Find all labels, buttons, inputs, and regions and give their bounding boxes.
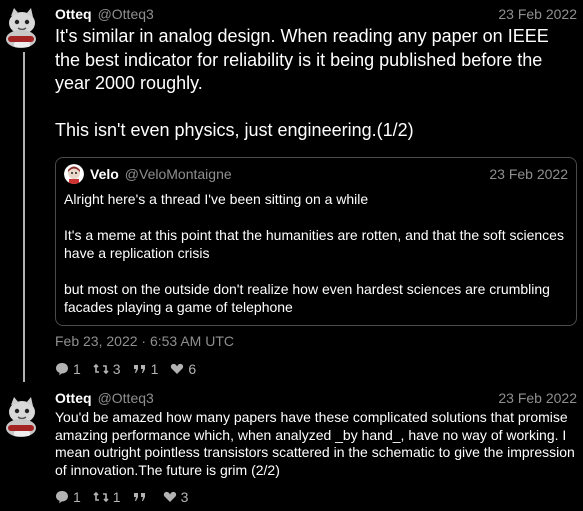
- tweet-timestamp[interactable]: Feb 23, 2022 · 6:53 AM UTC: [55, 332, 577, 350]
- tweet-header: Otteq @Otteq3 23 Feb 2022: [55, 389, 577, 407]
- thread-line: [23, 52, 25, 382]
- quoted-author-name[interactable]: Velo: [90, 165, 119, 183]
- author-name[interactable]: Otteq: [55, 5, 92, 23]
- quoted-avatar: [64, 163, 84, 184]
- tweet-stats: 1 1 3: [55, 488, 577, 506]
- comment-icon: [56, 362, 68, 375]
- retweet-stat[interactable]: 1: [93, 488, 121, 506]
- quote-icon: [133, 493, 145, 501]
- avatar-otteq[interactable]: [0, 6, 46, 52]
- quote-icon: [133, 364, 145, 373]
- tweet-paragraph: This isn't even physics, just engineerin…: [55, 120, 414, 140]
- reply-stat[interactable]: 1: [55, 360, 81, 378]
- quoted-author-handle[interactable]: @VeloMontaigne: [125, 165, 232, 183]
- tweet-body: You'd be amazed how many papers have the…: [55, 409, 575, 478]
- tweet-header: Otteq @Otteq3 23 Feb 2022: [55, 5, 577, 23]
- like-count: 6: [188, 360, 197, 377]
- avatar-otteq[interactable]: [0, 395, 46, 441]
- quoted-tweet-header: Velo @VeloMontaigne 23 Feb 2022: [64, 163, 568, 184]
- quote-stat[interactable]: 1: [133, 360, 159, 378]
- quoted-paragraph: but most on the outside don't realize ho…: [64, 280, 550, 315]
- retweet-stat[interactable]: 3: [93, 360, 121, 378]
- tweet-body: It's similar in analog design. When read…: [55, 25, 577, 143]
- quoted-paragraph: It's a meme at this point that the human…: [64, 226, 564, 261]
- tweet-2: Otteq @Otteq3 23 Feb 2022 You'd be amaze…: [55, 389, 577, 506]
- like-stat[interactable]: 3: [163, 488, 189, 506]
- quoted-tweet[interactable]: Velo @VeloMontaigne 23 Feb 2022 Alright …: [55, 156, 577, 326]
- heart-icon: [163, 491, 176, 502]
- retweet-icon: [93, 363, 109, 374]
- reply-count: 1: [73, 489, 81, 505]
- quoted-tweet-body: Alright here's a thread I've been sittin…: [64, 190, 568, 316]
- reply-count: 1: [73, 360, 81, 377]
- like-count: 3: [180, 489, 189, 505]
- like-stat[interactable]: 6: [170, 360, 196, 378]
- quoted-paragraph: Alright here's a thread I've been sittin…: [64, 190, 369, 207]
- reply-stat[interactable]: 1: [55, 488, 81, 506]
- tweet-paragraph: It's similar in analog design. When read…: [55, 26, 549, 93]
- retweet-count: 1: [112, 489, 121, 505]
- tweet-1: Otteq @Otteq3 23 Feb 2022 It's similar i…: [55, 5, 577, 378]
- tweet-date[interactable]: 23 Feb 2022: [498, 389, 577, 407]
- tweet-stats: 1 3 1 6: [55, 360, 577, 378]
- author-handle[interactable]: @Otteq3: [98, 389, 154, 407]
- retweet-icon: [93, 491, 109, 503]
- retweet-count: 3: [112, 360, 121, 377]
- quote-stat[interactable]: [133, 491, 151, 503]
- heart-icon: [171, 363, 184, 374]
- comment-icon: [56, 491, 68, 504]
- author-handle[interactable]: @Otteq3: [98, 5, 154, 23]
- quote-count: 1: [150, 360, 159, 377]
- tweet-date[interactable]: 23 Feb 2022: [498, 5, 577, 23]
- author-name[interactable]: Otteq: [55, 389, 92, 407]
- quoted-tweet-date[interactable]: 23 Feb 2022: [489, 165, 568, 183]
